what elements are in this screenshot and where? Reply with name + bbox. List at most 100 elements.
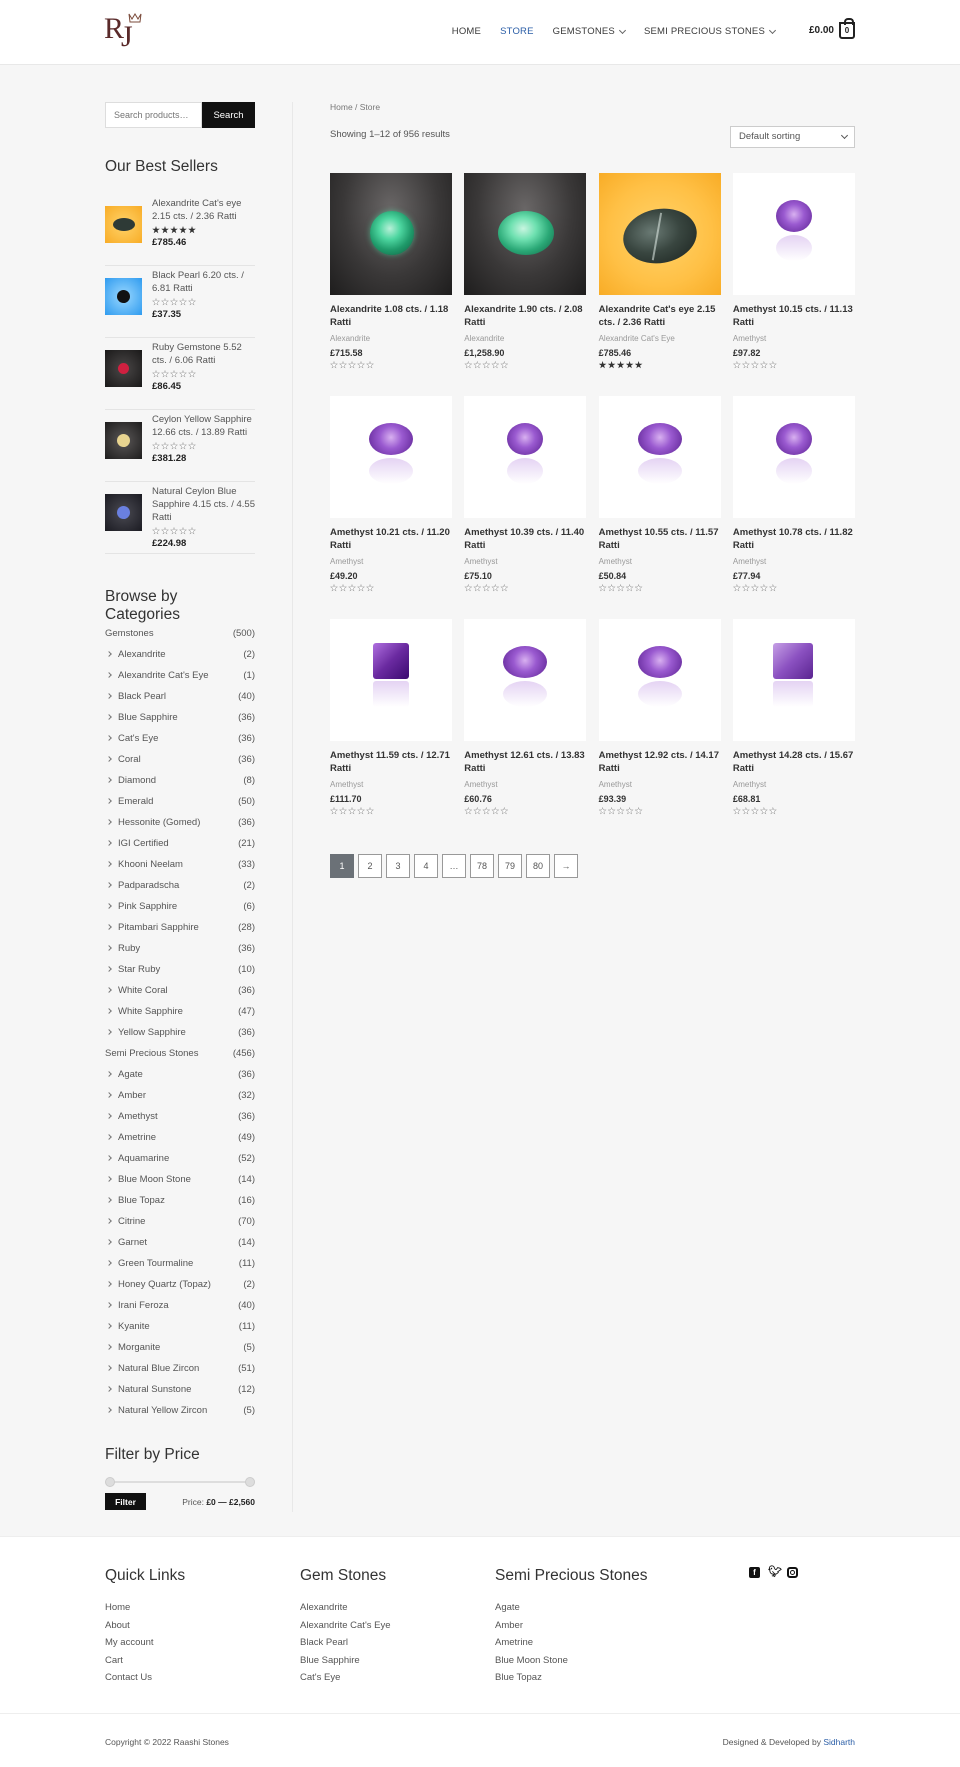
category-name[interactable]: Hessonite (Gomed) bbox=[118, 812, 200, 833]
nav-item-home[interactable]: HOME bbox=[452, 26, 481, 37]
category-item[interactable]: Hessonite (Gomed) (36) bbox=[105, 812, 255, 833]
best-seller-item[interactable]: Black Pearl 6.20 cts. / 6.81 Ratti £37.35 bbox=[105, 266, 255, 338]
category-item[interactable]: Green Tourmaline (11) bbox=[105, 1253, 255, 1274]
category-item[interactable]: Cat's Eye (36) bbox=[105, 728, 255, 749]
product-name[interactable]: Amethyst 10.15 cts. / 11.13 Ratti bbox=[733, 303, 855, 329]
product-image[interactable] bbox=[732, 619, 855, 741]
product-thumbnail[interactable] bbox=[105, 350, 142, 387]
category-name[interactable]: White Coral bbox=[118, 980, 168, 1001]
product-name[interactable]: Alexandrite Cat's eye 2.15 cts. / 2.36 R… bbox=[599, 303, 721, 329]
footer-semi-link[interactable]: Ametrine bbox=[495, 1634, 648, 1652]
category-item[interactable]: Emerald (50) bbox=[105, 791, 255, 812]
category-name[interactable]: Natural Sunstone bbox=[118, 1379, 191, 1400]
cart-button[interactable]: £0.00 0 bbox=[809, 18, 855, 39]
category-item[interactable]: Pitambari Sapphire (28) bbox=[105, 917, 255, 938]
footer-gem-link[interactable]: Blue Sapphire bbox=[300, 1652, 391, 1670]
category-name[interactable]: White Sapphire bbox=[118, 1001, 183, 1022]
category-name[interactable]: Emerald bbox=[118, 791, 153, 812]
site-logo[interactable]: R J bbox=[104, 8, 146, 56]
footer-gem-link[interactable]: Black Pearl bbox=[300, 1634, 391, 1652]
category-name[interactable]: Black Pearl bbox=[118, 686, 166, 707]
instagram-icon[interactable] bbox=[787, 1567, 798, 1578]
category-name[interactable]: Alexandrite Cat's Eye bbox=[118, 665, 209, 686]
price-slider-min-handle[interactable] bbox=[105, 1477, 115, 1487]
category-name[interactable]: Pitambari Sapphire bbox=[118, 917, 199, 938]
page-link[interactable]: 4 bbox=[414, 854, 438, 878]
product-image[interactable] bbox=[598, 619, 721, 741]
product-name[interactable]: Amethyst 12.61 cts. / 13.83 Ratti bbox=[464, 749, 586, 775]
category-item[interactable]: Diamond (8) bbox=[105, 770, 255, 791]
category-item[interactable]: White Sapphire (47) bbox=[105, 1001, 255, 1022]
footer-semi-link[interactable]: Agate bbox=[495, 1599, 648, 1617]
footer-semi-link[interactable]: Blue Topaz bbox=[495, 1669, 648, 1687]
category-name[interactable]: Gemstones bbox=[105, 623, 154, 644]
category-name[interactable]: Star Ruby bbox=[118, 959, 160, 980]
facebook-icon[interactable]: f bbox=[749, 1567, 760, 1578]
category-item[interactable]: Morganite (5) bbox=[105, 1337, 255, 1358]
best-seller-name[interactable]: Ceylon Yellow Sapphire 12.66 cts. / 13.8… bbox=[152, 413, 255, 439]
category-item[interactable]: Ruby (36) bbox=[105, 938, 255, 959]
category-item[interactable]: Black Pearl (40) bbox=[105, 686, 255, 707]
footer-quick-link[interactable]: Contact Us bbox=[105, 1669, 185, 1687]
category-name[interactable]: Semi Precious Stones bbox=[105, 1043, 198, 1064]
category-name[interactable]: Amber bbox=[118, 1085, 146, 1106]
category-name[interactable]: Blue Sapphire bbox=[118, 707, 178, 728]
product-name[interactable]: Amethyst 11.59 cts. / 12.71 Ratti bbox=[330, 749, 452, 775]
category-item[interactable]: Coral (36) bbox=[105, 749, 255, 770]
product-thumbnail[interactable] bbox=[105, 422, 142, 459]
best-seller-item[interactable]: Natural Ceylon Blue Sapphire 4.15 cts. /… bbox=[105, 482, 255, 554]
category-name[interactable]: Blue Topaz bbox=[118, 1190, 165, 1211]
category-item[interactable]: IGI Certified (21) bbox=[105, 833, 255, 854]
footer-quick-link[interactable]: Cart bbox=[105, 1652, 185, 1670]
category-name[interactable]: Yellow Sapphire bbox=[118, 1022, 186, 1043]
category-item[interactable]: Natural Sunstone (12) bbox=[105, 1379, 255, 1400]
product-image[interactable] bbox=[598, 396, 721, 518]
search-input[interactable] bbox=[105, 102, 202, 128]
category-name[interactable]: Cat's Eye bbox=[118, 728, 158, 749]
category-name[interactable]: Honey Quartz (Topaz) bbox=[118, 1274, 211, 1295]
page-link[interactable]: 79 bbox=[498, 854, 522, 878]
category-item[interactable]: Kyanite (11) bbox=[105, 1316, 255, 1337]
category-item[interactable]: Semi Precious Stones (456) bbox=[105, 1043, 255, 1064]
product-image[interactable] bbox=[464, 619, 587, 741]
category-name[interactable]: Natural Yellow Zircon bbox=[118, 1400, 207, 1421]
product-image[interactable] bbox=[598, 173, 721, 295]
search-button[interactable]: Search bbox=[202, 102, 255, 128]
footer-quick-link[interactable]: Home bbox=[105, 1599, 185, 1617]
category-name[interactable]: Alexandrite bbox=[118, 644, 166, 665]
category-item[interactable]: Yellow Sapphire (36) bbox=[105, 1022, 255, 1043]
nav-item-semi-precious-stones[interactable]: SEMI PRECIOUS STONES bbox=[644, 26, 777, 37]
category-name[interactable]: Green Tourmaline bbox=[118, 1253, 193, 1274]
category-name[interactable]: Padparadscha bbox=[118, 875, 179, 896]
next-page-button[interactable]: → bbox=[554, 854, 578, 878]
category-name[interactable]: Morganite bbox=[118, 1337, 160, 1358]
category-item[interactable]: Padparadscha (2) bbox=[105, 875, 255, 896]
best-seller-name[interactable]: Alexandrite Cat's eye 2.15 cts. / 2.36 R… bbox=[152, 197, 255, 223]
product-name[interactable]: Amethyst 10.78 cts. / 11.82 Ratti bbox=[733, 526, 855, 552]
category-item[interactable]: Amber (32) bbox=[105, 1085, 255, 1106]
category-item[interactable]: Garnet (14) bbox=[105, 1232, 255, 1253]
product-image[interactable] bbox=[464, 173, 587, 295]
filter-button[interactable]: Filter bbox=[105, 1493, 146, 1510]
page-link[interactable]: … bbox=[442, 854, 466, 878]
category-name[interactable]: Khooni Neelam bbox=[118, 854, 183, 875]
page-link[interactable]: 3 bbox=[386, 854, 410, 878]
category-item[interactable]: Pink Sapphire (6) bbox=[105, 896, 255, 917]
product-image[interactable] bbox=[330, 396, 452, 518]
category-name[interactable]: Amethyst bbox=[118, 1106, 158, 1127]
footer-gem-link[interactable]: Cat's Eye bbox=[300, 1669, 391, 1687]
page-link[interactable]: 78 bbox=[470, 854, 494, 878]
category-item[interactable]: Aquamarine (52) bbox=[105, 1148, 255, 1169]
category-name[interactable]: Diamond bbox=[118, 770, 156, 791]
category-name[interactable]: Citrine bbox=[118, 1211, 145, 1232]
category-item[interactable]: Gemstones (500) bbox=[105, 623, 255, 644]
category-item[interactable]: Star Ruby (10) bbox=[105, 959, 255, 980]
product-thumbnail[interactable] bbox=[105, 494, 142, 531]
category-name[interactable]: Garnet bbox=[118, 1232, 147, 1253]
category-item[interactable]: White Coral (36) bbox=[105, 980, 255, 1001]
category-item[interactable]: Amethyst (36) bbox=[105, 1106, 255, 1127]
page-link[interactable]: 80 bbox=[526, 854, 550, 878]
product-thumbnail[interactable] bbox=[105, 206, 142, 243]
category-name[interactable]: Natural Blue Zircon bbox=[118, 1358, 199, 1379]
product-image[interactable] bbox=[732, 173, 855, 295]
